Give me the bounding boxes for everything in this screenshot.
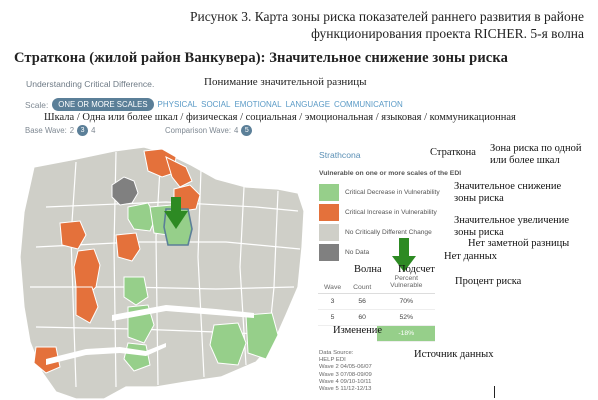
comparison-wave-option[interactable]: 4: [234, 126, 238, 135]
cell-change-value: -18%: [377, 325, 436, 342]
cell-percent: 70%: [377, 293, 436, 310]
scale-option-one-or-more[interactable]: ONE OR MORE SCALES: [52, 98, 154, 111]
cell-count: 60: [347, 309, 378, 326]
legend-label: No Critically Different Change: [345, 229, 432, 236]
scale-option-social[interactable]: SOCIAL: [201, 100, 230, 109]
cell-count: 56: [347, 293, 378, 310]
scale-selector: Scale: ONE OR MORE SCALES PHYSICAL SOCIA…: [25, 98, 403, 111]
cell-wave: 3: [318, 293, 348, 310]
table-row: 3 56 70%: [318, 293, 436, 310]
comparison-wave-label: Comparison Wave:: [165, 126, 232, 135]
tr-decrease: Значительное снижение зоны риска: [454, 181, 562, 204]
text-cursor: [494, 386, 495, 398]
legend-swatch-increase: [319, 204, 339, 221]
base-wave-option[interactable]: 4: [91, 126, 95, 135]
legend-swatch-decrease: [319, 184, 339, 201]
scale-option-physical[interactable]: PHYSICAL: [158, 100, 198, 109]
scale-label: Scale:: [25, 99, 49, 110]
legend-label: Critical Increase in Vulnerability: [345, 209, 437, 216]
tr-neighbourhood: Страткона: [430, 147, 476, 158]
table-header-wave: Wave: [318, 270, 348, 294]
app-title: Understanding Critical Difference.: [26, 79, 155, 89]
data-source-line: Wave 5 11/12-12/13: [319, 386, 372, 393]
scale-option-language[interactable]: LANGUAGE: [286, 100, 330, 109]
data-source-line: HELP EDI: [319, 357, 346, 364]
cell-percent: 52%: [377, 309, 436, 326]
app-title-translation: Понимание значительной разницы: [204, 76, 367, 88]
table-header-row: Wave Count Percent Vulnerable: [318, 270, 436, 294]
table-row: 5 60 52%: [318, 309, 436, 326]
base-wave-option[interactable]: 2: [70, 126, 74, 135]
legend-neighbourhood-name: Strathcona: [319, 150, 361, 160]
data-source-line: Wave 4 09/10-10/11: [319, 378, 372, 385]
figure-caption: Рисунок 3. Карта зоны риска показателей …: [190, 9, 584, 41]
comparison-wave-selector: Comparison Wave: 4 5: [165, 125, 253, 136]
table-header-percent: Percent Vulnerable: [377, 270, 436, 294]
legend-item-no-data: No Data: [319, 244, 369, 261]
legend-label: No Data: [345, 249, 370, 256]
legend-swatch-no-change: [319, 224, 339, 241]
scale-option-emotional[interactable]: EMOTIONAL: [234, 100, 281, 109]
data-source-line: Data Source:: [319, 350, 354, 356]
data-source-line: Wave 2 04/05-06/07: [319, 364, 372, 371]
legend-subtitle: Vulnerable on one or more scales of the …: [319, 170, 462, 177]
base-wave-selector: Base Wave: 2 3 4: [25, 125, 95, 136]
scale-option-communication[interactable]: COMMUNICATION: [334, 100, 403, 109]
tr-increase: Значительное увеличение зоны риска: [454, 215, 570, 238]
base-wave-option-selected[interactable]: 3: [77, 125, 89, 136]
data-source: Data Source: HELP EDI Wave 2 04/05-06/07…: [319, 350, 372, 393]
tr-percent: Процент риска: [455, 276, 522, 287]
data-source-line: Wave 3 07/08-09/09: [319, 371, 372, 378]
neighbourhood-map[interactable]: [16, 137, 306, 400]
legend-label: Critical Decrease in Vulnerability: [345, 189, 440, 196]
legend-swatch-no-data: [319, 244, 339, 261]
page-heading: Страткона (жилой район Ванкувера): Значи…: [14, 50, 508, 66]
tr-no-data: Нет данных: [444, 251, 498, 262]
table-header-count: Count: [347, 270, 378, 294]
legend-item-increase: Critical Increase in Vulnerability: [319, 204, 437, 221]
cell-wave: 5: [318, 309, 348, 326]
base-wave-label: Base Wave:: [25, 126, 67, 135]
tr-change: Изменение: [333, 325, 383, 336]
tr-subtitle: Зона риска по одной или более шкал: [490, 143, 582, 166]
legend-item-decrease: Critical Decrease in Vulnerability: [319, 184, 440, 201]
comparison-wave-option-selected[interactable]: 5: [241, 125, 253, 136]
scale-translation: Шкала / Одна или более шкал / физическая…: [44, 112, 516, 123]
tr-data-source: Источник данных: [414, 349, 494, 360]
tr-no-change: Нет заметной разницы: [468, 238, 570, 249]
